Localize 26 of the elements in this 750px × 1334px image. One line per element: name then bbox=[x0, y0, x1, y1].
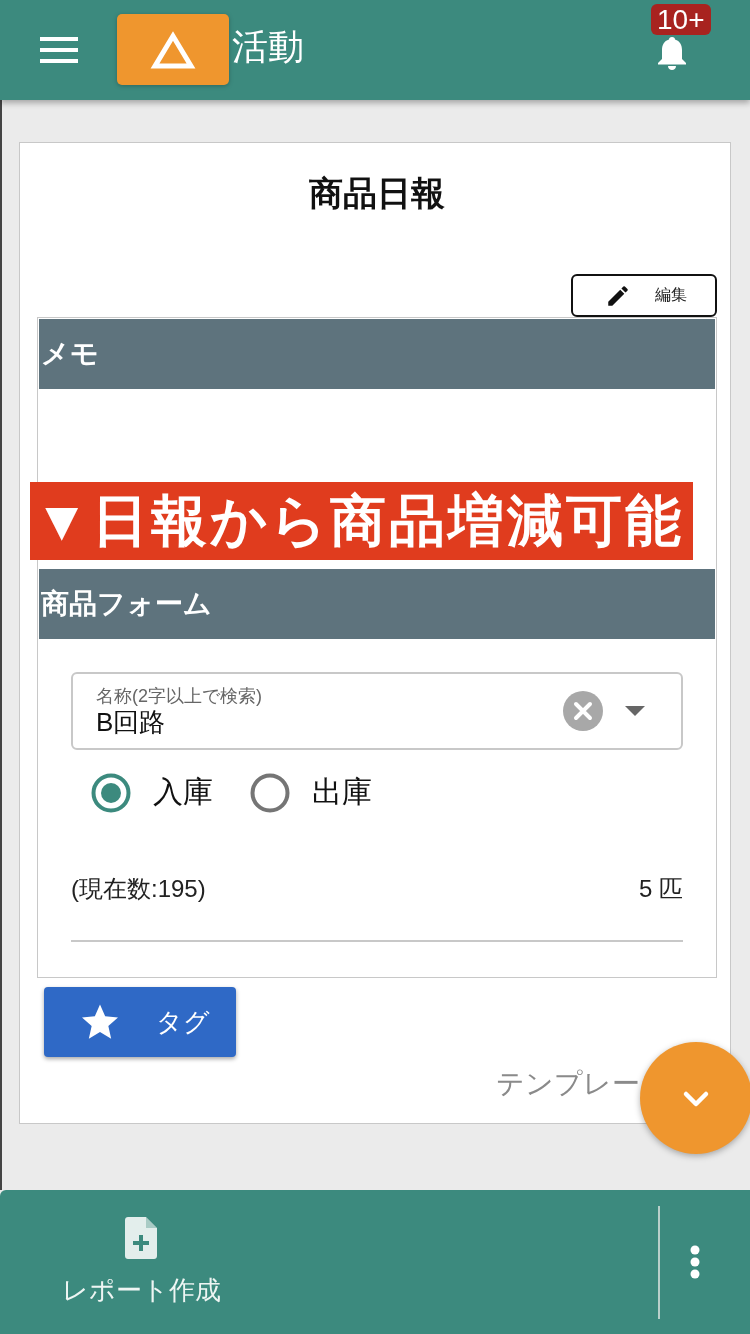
quantity-value: 5 匹 bbox=[639, 875, 683, 903]
radio-label[interactable]: 出庫 bbox=[312, 772, 372, 813]
document-plus-icon bbox=[125, 1216, 157, 1259]
radio-selected-icon[interactable] bbox=[91, 772, 131, 813]
quantity-field[interactable]: (現在数:195) 5 匹 bbox=[71, 857, 683, 942]
current-stock-text: (現在数:195) bbox=[71, 875, 206, 903]
notification-count-badge: 10+ bbox=[651, 4, 711, 35]
field-value: B回路 bbox=[96, 707, 167, 737]
menu-icon[interactable] bbox=[40, 37, 78, 63]
report-title: 商品日報 bbox=[308, 173, 446, 213]
more-options-icon[interactable] bbox=[690, 1245, 700, 1279]
page-title: 活動 bbox=[232, 24, 304, 69]
triangle-logo-icon[interactable] bbox=[117, 14, 229, 85]
tag-button[interactable]: タグ bbox=[44, 987, 236, 1057]
dropdown-caret-icon[interactable] bbox=[625, 706, 645, 716]
radio-unselected-icon[interactable] bbox=[250, 772, 290, 813]
annotation-banner: ▼日報から商品増減可能 bbox=[30, 482, 693, 560]
field-floating-label: 名称(2字以上で検索) bbox=[96, 685, 263, 707]
section-heading: メモ bbox=[39, 319, 715, 389]
expand-chevron-button[interactable] bbox=[640, 1042, 750, 1154]
create-report-button[interactable]: レポート作成 bbox=[0, 1190, 282, 1334]
clear-icon[interactable] bbox=[563, 691, 603, 731]
section-heading: 商品フォーム bbox=[39, 569, 715, 639]
product-name-field[interactable]: 名称(2字以上で検索) B回路 bbox=[71, 672, 683, 750]
edit-button[interactable]: 編集 bbox=[571, 274, 717, 317]
radio-label[interactable]: 入庫 bbox=[153, 772, 213, 813]
